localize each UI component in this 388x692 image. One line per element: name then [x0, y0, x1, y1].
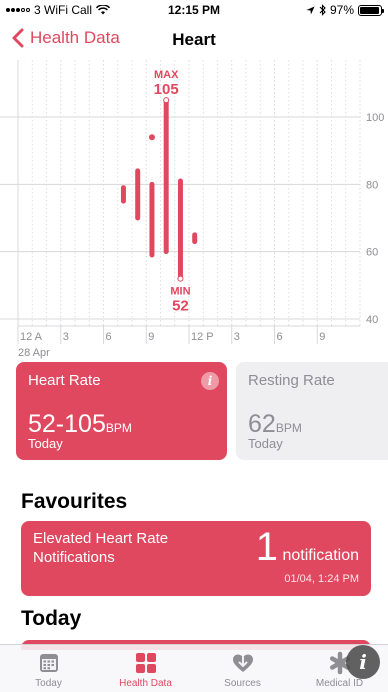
heart-download-icon: [232, 654, 253, 672]
tab-sources[interactable]: Sources: [194, 645, 291, 692]
resting-rate-card[interactable]: Resting Rate 62BPM Today: [236, 362, 388, 460]
battery-percent: 97%: [329, 3, 354, 17]
heart-rate-period: Today: [28, 436, 63, 451]
notification-date: 01/04, 1:24 PM: [284, 573, 359, 585]
chart-y-tick-label: 80: [366, 179, 378, 191]
heart-rate-chart[interactable]: 100 80 60 40 12 A 3 6 9 12 P 3 6 9 28 Apr MAX 105 MIN 52: [0, 60, 388, 360]
elevated-heart-rate-title: Elevated Heart Rate Notifications: [33, 530, 169, 566]
resting-rate-value: 62: [248, 410, 276, 438]
chart-y-tick-label: 40: [366, 314, 378, 326]
tab-today-label: Today: [35, 678, 62, 689]
tab-bar: Today Health Data Sources Medical ID: [0, 644, 388, 692]
floating-info-icon[interactable]: i: [346, 645, 380, 679]
chart-y-tick-label: 60: [366, 247, 378, 259]
tab-health-data[interactable]: Health Data: [97, 645, 194, 692]
navigation-bar: Health Data Heart: [0, 20, 388, 60]
chart-max-value: 105: [154, 81, 179, 98]
chart-max-label: MAX: [154, 69, 179, 81]
location-arrow-icon: [306, 5, 315, 15]
chart-x-tick-label: 3: [63, 331, 69, 343]
tab-sources-label: Sources: [224, 678, 261, 689]
chart-x-tick-label: 6: [106, 331, 112, 343]
grid-icon: [135, 653, 156, 673]
notification-count-row: 1 notification: [256, 525, 359, 570]
notification-count: 1: [255, 525, 279, 569]
chart-x-tick-label: 9: [148, 331, 154, 343]
tab-health-data-label: Health Data: [119, 678, 172, 689]
notification-count-label: notification: [282, 547, 360, 564]
heart-rate-card[interactable]: Heart Rate i 52-105BPM Today: [16, 362, 227, 460]
heart-rate-chart-svg: 100 80 60 40 12 A 3 6 9 12 P 3 6 9 28 Apr MAX105 MIN52: [0, 60, 384, 359]
tab-today[interactable]: Today: [0, 645, 97, 692]
chart-max-marker: [163, 97, 170, 104]
resting-rate-unit: BPM: [275, 421, 302, 435]
today-heading: Today: [21, 607, 82, 630]
page-title: Heart: [172, 30, 216, 49]
chart-x-tick-label: 12 A: [20, 331, 43, 343]
chart-x-tick-label: 12 P: [191, 331, 214, 343]
chart-date-label: 28 Apr: [18, 347, 50, 359]
status-bar: 3 WiFi Call 12:15 PM 97%: [0, 0, 388, 20]
resting-rate-value-row: 62BPM: [248, 410, 302, 439]
battery-fill: [360, 6, 380, 14]
chart-y-tick-label: 100: [366, 112, 384, 124]
status-right: 97%: [306, 3, 384, 17]
resting-rate-card-title: Resting Rate: [248, 372, 335, 389]
heart-rate-unit: BPM: [105, 421, 132, 435]
chart-x-tick-label: 6: [277, 331, 283, 343]
info-icon[interactable]: i: [201, 372, 219, 390]
heart-rate-value: 52-105: [28, 410, 106, 438]
elevated-heart-rate-card[interactable]: Elevated Heart Rate Notifications 1 noti…: [21, 521, 371, 596]
heart-rate-card-title: Heart Rate: [28, 372, 101, 389]
chart-data-point: [148, 134, 155, 141]
battery-icon: [358, 4, 384, 16]
heart-rate-value-row: 52-105BPM: [28, 410, 132, 439]
bluetooth-icon: [319, 4, 326, 16]
resting-rate-period: Today: [248, 436, 283, 451]
chart-min-marker: [177, 275, 184, 282]
chart-min-value: 52: [172, 298, 189, 315]
chart-x-tick-label: 3: [234, 331, 240, 343]
tab-medical-id-label: Medical ID: [315, 678, 364, 689]
chart-min-label: MIN: [170, 286, 190, 298]
calendar-icon: [39, 654, 58, 672]
favourites-heading: Favourites: [21, 490, 128, 513]
chart-x-tick-label: 9: [319, 331, 325, 343]
